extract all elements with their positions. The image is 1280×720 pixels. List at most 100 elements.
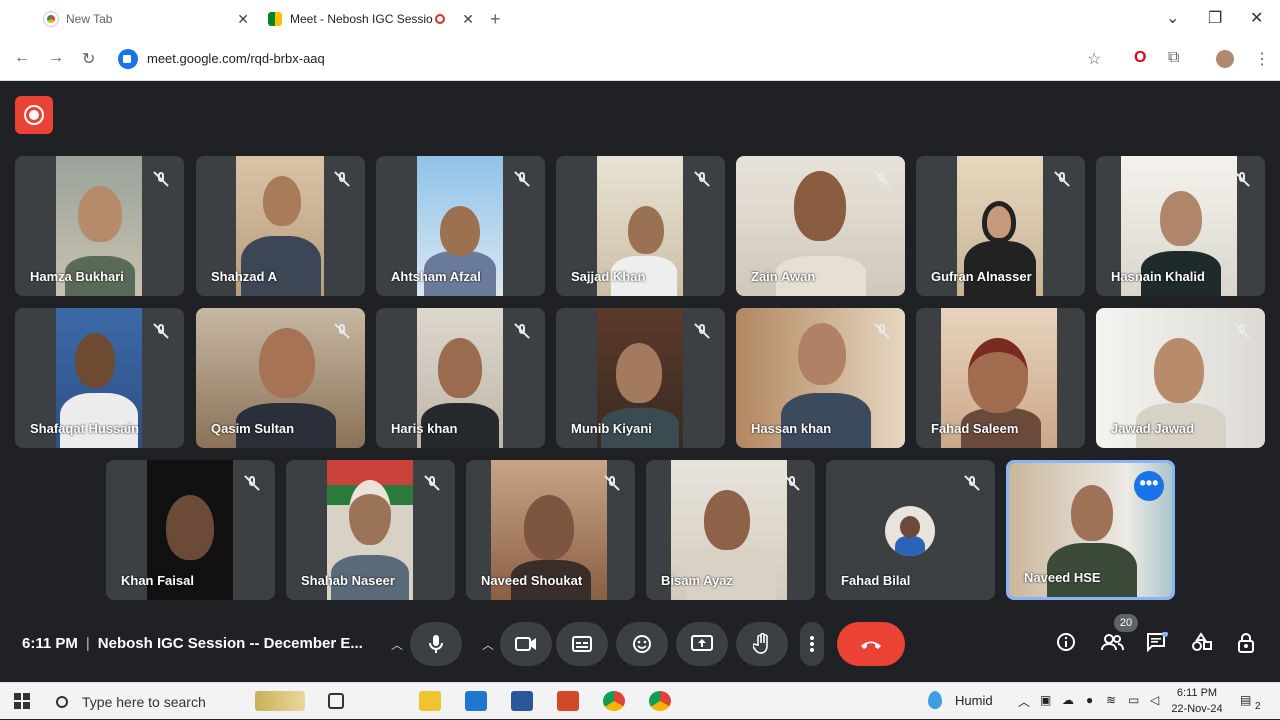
participant-name: Gufran Alnasser [931,269,1032,284]
close-tab-icon[interactable]: ✕ [237,11,249,28]
participant-tile[interactable]: Haris khan [376,308,545,448]
weather-label[interactable]: Humid [955,693,993,708]
mic-off-icon [873,170,891,188]
people-icon[interactable] [1100,632,1124,657]
bookmark-star-icon[interactable]: ☆ [1087,49,1101,69]
taskbar-search[interactable]: Type here to search [44,683,244,720]
new-tab-button[interactable]: + [490,9,501,30]
participant-tile[interactable]: Qasim Sultan [196,308,365,448]
meeting-details-icon[interactable] [1056,632,1076,657]
leave-call-button[interactable] [837,622,905,666]
back-icon[interactable]: ← [14,49,30,67]
url-field[interactable]: meet.google.com/rqd-brbx-aaq [147,51,325,66]
participant-tile[interactable]: Hassan khan [736,308,905,448]
volume-icon[interactable]: ◁ [1150,693,1159,707]
mic-off-icon [1233,170,1251,188]
system-clock[interactable]: 6:11 PM 22-Nov-24 [1164,685,1230,717]
video-options-chevron-icon[interactable]: ︿ [477,622,499,666]
person-face [349,480,391,545]
participant-tile[interactable]: Hamza Bukhari [15,156,184,296]
person-face [1160,191,1202,246]
participant-tile-self[interactable]: ••• Naveed HSE [1006,460,1175,600]
tab-meet[interactable]: Meet - Nebosh IGC Sessio ✕ [268,0,474,38]
meet-tray-icon[interactable]: ▣ [1040,693,1051,707]
news-widget-icon[interactable] [255,691,305,711]
close-tab-icon[interactable]: ✕ [462,11,474,28]
close-window-icon[interactable]: ✕ [1250,8,1263,28]
participant-tile[interactable]: Khan Faisal [106,460,275,600]
mail-icon[interactable] [465,691,487,711]
activities-icon[interactable] [1191,632,1213,657]
participant-tile[interactable]: Naveed Shoukat [466,460,635,600]
word-icon[interactable] [511,691,533,711]
person-face [75,333,115,388]
windows-start-icon[interactable] [14,693,30,709]
participant-tile[interactable]: Gufran Alnasser [916,156,1085,296]
chrome-profile-taskbar-icon[interactable] [649,691,671,711]
participant-tile[interactable]: Shafaqat Hussain [15,308,184,448]
reload-icon[interactable]: ↻ [82,49,95,69]
participant-name: Munib Kiyani [571,421,652,436]
tab-new-tab[interactable]: New Tab ✕ [43,0,249,38]
person-face [1071,485,1113,541]
captions-button[interactable] [556,622,608,666]
raise-hand-button[interactable] [736,622,788,666]
extensions-icon[interactable]: ⧉ [1168,49,1179,67]
battery-icon[interactable]: ▭ [1128,693,1139,707]
tab-title: Meet - Nebosh IGC Sessio [290,12,433,26]
participant-tile[interactable]: Fahad Saleem [916,308,1085,448]
participant-tile[interactable]: Ahtsham Afzal [376,156,545,296]
meet-site-icon[interactable] [118,49,138,69]
participant-tile[interactable]: Fahad Bilal [826,460,995,600]
chrome-taskbar-icon[interactable] [603,691,625,711]
tray-chevron-icon[interactable]: ︿ [1018,693,1030,710]
address-bar: ← → ↻ meet.google.com/rqd-brbx-aaq ☆ O ⧉… [0,38,1280,81]
participants-count-badge: 20 [1114,614,1138,632]
microphone-button[interactable] [410,622,462,666]
microphone-tray-icon[interactable]: ● [1086,693,1093,707]
mic-off-icon [513,170,531,188]
profile-avatar[interactable] [1216,50,1234,68]
participant-tile[interactable]: Shahab Naseer [286,460,455,600]
file-explorer-icon[interactable] [419,691,441,711]
participant-name: Naveed Shoukat [481,573,583,588]
chrome-menu-icon[interactable]: ⋮ [1254,49,1270,69]
participant-tile[interactable]: Bisam Ayaz [646,460,815,600]
powerpoint-icon[interactable] [557,691,579,711]
person-face [166,495,214,560]
forward-icon[interactable]: → [48,49,64,67]
person-face [440,206,480,256]
participant-tile[interactable]: Hasnain Khalid [1096,156,1265,296]
participant-tile[interactable]: Munib Kiyani [556,308,725,448]
wifi-icon[interactable]: ≋ [1106,693,1116,707]
camera-button[interactable] [500,622,552,666]
person-face [982,201,1016,243]
more-options-icon[interactable] [800,622,824,666]
task-view-icon[interactable] [328,693,344,709]
audio-options-chevron-icon[interactable]: ︿ [386,622,408,666]
reactions-button[interactable] [616,622,668,666]
mic-off-icon [423,474,441,492]
chat-icon[interactable] [1146,631,1168,657]
participant-tile[interactable]: Jawad Jawad [1096,308,1265,448]
meeting-title: Nebosh IGC Session -- December E... [97,635,363,652]
meeting-separator: | [85,635,90,652]
participant-tile[interactable]: Zain Awan [736,156,905,296]
recording-button[interactable] [15,96,53,134]
mic-off-icon [243,474,261,492]
participant-tile[interactable]: Sajjad Khan [556,156,725,296]
host-controls-icon[interactable] [1236,632,1256,659]
opera-extension-icon[interactable]: O [1134,49,1146,67]
weather-drop-icon[interactable] [928,691,942,709]
participant-tile[interactable]: Shahzad A [196,156,365,296]
more-options-button[interactable]: ••• [1134,471,1164,501]
vertical-dots-icon [810,636,814,652]
tab-title: New Tab [66,12,113,26]
tab-search-icon[interactable]: ⌄ [1166,8,1179,28]
cloud-sync-icon[interactable]: ☁ [1062,693,1074,707]
mic-off-icon [603,474,621,492]
person-face [259,328,315,398]
person-face [794,171,846,241]
present-screen-button[interactable] [676,622,728,666]
restore-window-icon[interactable]: ❐ [1208,8,1222,28]
